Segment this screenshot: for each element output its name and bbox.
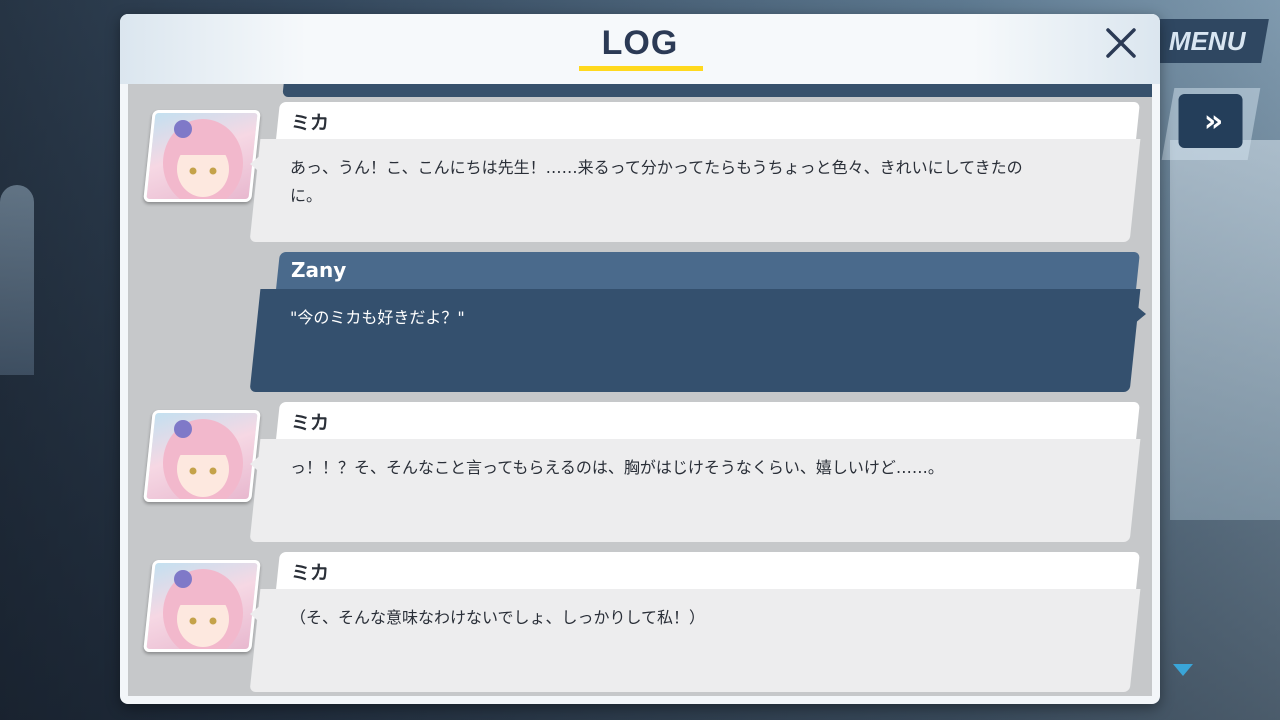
log-header: LOG (120, 14, 1160, 84)
speaker-name: ミカ (291, 412, 330, 434)
log-list[interactable]: ミカ あっ、うん！こ、こんにちは先生！……来るって分かってたらもうちょっと色々、… (128, 84, 1152, 696)
fast-forward-icon: » (1178, 94, 1243, 148)
avatar-mika (143, 110, 261, 202)
speaker-name: ミカ (291, 562, 330, 584)
skip-label: » (1203, 103, 1218, 139)
title-underline (579, 66, 703, 71)
log-title: LOG (601, 24, 679, 62)
log-entry: ミカ あっ、うん！こ、こんにちは先生！……来るって分かってたらもうちょっと色々、… (128, 102, 1152, 242)
message-text: っ！！？そ、そんなこと言ってもらえるのは、胸がはじけそうなくらい、嬉しいけど……… (290, 458, 944, 477)
bubble-tail (250, 604, 262, 624)
log-entry-player: Zany "今のミカも好きだよ？" (128, 252, 1152, 392)
background-building (1170, 140, 1280, 520)
log-entry: ミカ っ！！？そ、そんなこと言ってもらえるのは、胸がはじけそうなくらい、嬉しいけ… (128, 402, 1152, 542)
bubble-tail (250, 154, 262, 174)
speaker-bar (276, 552, 1140, 589)
close-icon[interactable] (1104, 26, 1138, 60)
message-text: （そ、そんな意味なわけないでしょ、しっかりして私！） (290, 608, 706, 627)
menu-label: MENU (1169, 25, 1246, 56)
speaker-bar (276, 252, 1140, 289)
log-entry: ミカ （そ、そんな意味なわけないでしょ、しっかりして私！） (128, 552, 1152, 692)
background-window (0, 185, 34, 375)
previous-entry-edge (282, 84, 1152, 97)
menu-button[interactable]: MENU (1146, 19, 1269, 63)
avatar-mika (143, 560, 261, 652)
speaker-name: Zany (291, 258, 347, 282)
bubble-tail (1134, 304, 1146, 324)
speaker-name: ミカ (291, 112, 330, 134)
speaker-bar (276, 402, 1140, 439)
log-panel: LOG ミカ あっ、うん！こ、こんにちは先生！……来るって分かってたらもうちょっ… (120, 14, 1160, 704)
avatar-mika (143, 410, 261, 502)
scroll-down-icon[interactable] (1173, 664, 1193, 676)
speaker-bar (276, 102, 1140, 139)
message-text: あっ、うん！こ、こんにちは先生！……来るって分かってたらもうちょっと色々、きれい… (290, 158, 1023, 205)
message-text: "今のミカも好きだよ？" (290, 308, 465, 327)
bubble-tail (250, 454, 262, 474)
skip-button[interactable]: » (1161, 88, 1261, 160)
